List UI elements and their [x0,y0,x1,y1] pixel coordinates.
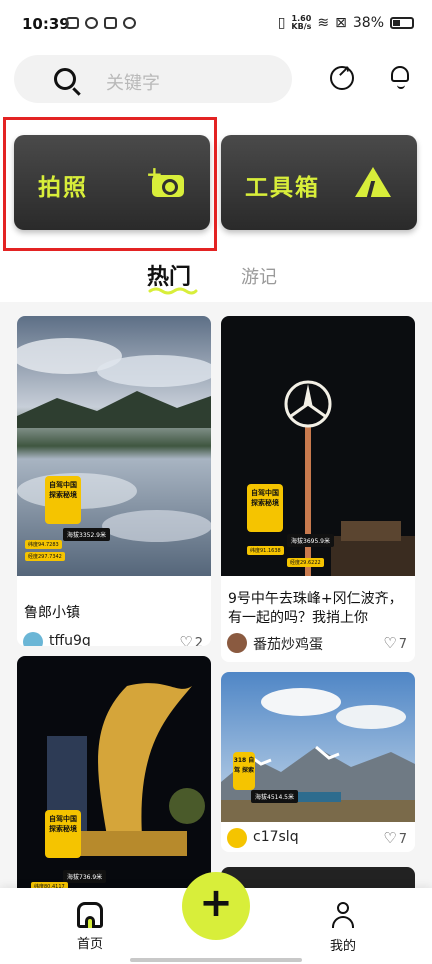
add-post-button[interactable]: + [182,872,250,940]
search-icon [54,68,76,90]
like-count[interactable]: ♡ 7 [383,829,407,847]
location-badge: 318 自驾 探索 [233,752,255,790]
bell-icon[interactable] [389,64,413,89]
network-speed: 1.60 KB/s [291,14,312,31]
post-title: 鲁郎小镇 [24,605,80,621]
nav-home[interactable]: 首页 [65,902,115,952]
coordinate-chip: 经度29.6222 [287,558,324,567]
status-time: 10:39 [22,15,70,33]
toolbox-button[interactable]: 工具箱 [221,135,417,230]
altitude-chip: 海拔3695.9米 [287,534,334,547]
bottom-nav: 首页 + 我的 [0,872,432,964]
app-notification-icon [66,17,79,29]
wifi-icon: ≋ [317,15,330,31]
app-notification-icon [123,17,136,29]
app-notification-icon [104,17,117,29]
nav-home-label: 首页 [76,937,103,952]
user-icon [330,902,356,930]
heart-icon: ♡ [383,829,397,847]
avatar[interactable] [227,633,247,653]
like-count[interactable]: ♡ 2 [179,633,203,646]
avatar[interactable] [227,828,247,848]
battery-icon [390,17,414,29]
altitude-chip: 海拔3352.9米 [63,528,110,541]
avatar[interactable] [23,632,43,646]
post-card[interactable]: 318 自驾 探索 海拔4514.5米 c17slq ♡ 7 [221,672,415,852]
author-name[interactable]: c17slq [253,829,299,845]
nav-mine[interactable]: 我的 [318,902,368,954]
highlight-box [3,117,217,251]
tab-travel[interactable]: 游记 [241,263,277,289]
post-image [17,316,211,576]
notification-icons [66,17,136,29]
search-input[interactable]: 关键字 [106,69,160,95]
search-bar[interactable]: 关键字 [14,55,292,103]
location-badge: 自驾中国 探索秘境 [45,476,81,524]
plus-icon: + [199,880,233,926]
post-card[interactable]: 自驾中国 探索秘境 海拔3352.9米 纬度94.7283 经度297.7342… [17,316,211,646]
post-title: 9号中午去珠峰+冈仁波齐，有一起的吗？我捎上你 [228,591,403,626]
location-badge: 自驾中国 探索秘境 [45,810,81,858]
system-icons: ▯ 1.60 KB/s ≋ ⊠ 38% [278,15,414,31]
location-badge: 自驾中国 探索秘境 [247,484,283,532]
feed-tabs: 热门 游记 [0,255,432,301]
altitude-chip: 海拔736.9米 [63,870,107,883]
post-feed[interactable]: 自驾中国 探索秘境 海拔3352.9米 纬度94.7283 经度297.7342… [0,302,432,922]
mountain-icon [355,165,391,197]
vibrate-icon: ▯ [277,15,286,31]
share-icon[interactable] [330,62,354,90]
coordinate-chip: 纬度91.1638 [247,546,284,555]
heart-icon: ♡ [179,633,193,646]
app-notification-icon [85,17,98,29]
heart-icon: ♡ [383,634,397,652]
toolbox-label: 工具箱 [245,175,320,201]
sim-icon: ⊠ [335,15,347,31]
battery-percent: 38% [352,15,384,31]
author-name[interactable]: tffu9q [49,633,91,646]
author-name[interactable]: 番茄炒鸡蛋 [253,634,323,654]
post-image [17,656,211,896]
post-card[interactable]: 自驾中国 探索秘境 海拔3695.9米 纬度91.1638 经度29.6222 … [221,316,415,662]
status-bar: 10:39 ▯ 1.60 KB/s ≋ ⊠ 38% [0,0,432,50]
altitude-chip: 海拔4514.5米 [251,790,298,803]
home-indicator[interactable] [130,958,302,962]
coordinate-chip: 纬度94.7283 [25,540,62,549]
coordinate-chip: 经度297.7342 [25,552,65,561]
nav-mine-label: 我的 [329,939,356,954]
like-count[interactable]: ♡ 7 [383,634,407,652]
tab-active-indicator [148,287,198,295]
home-icon [77,902,103,928]
